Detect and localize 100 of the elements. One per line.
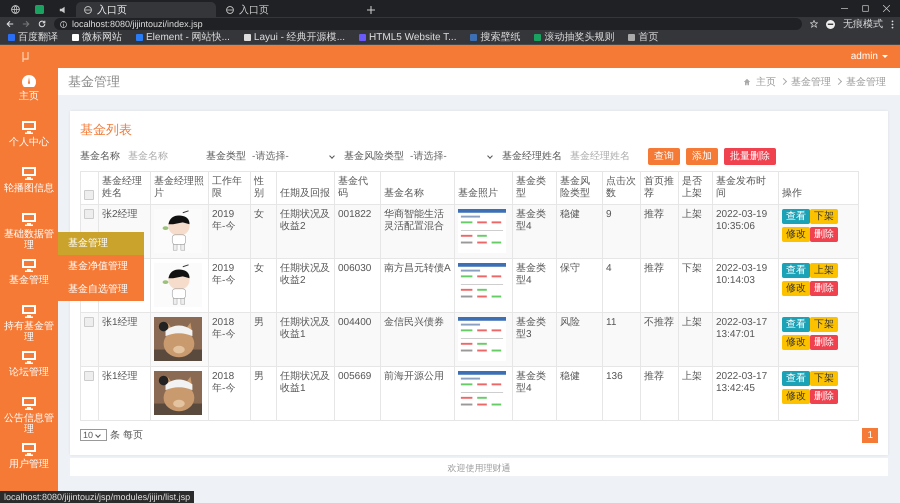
input-field[interactable]: 基金名称 — [126, 150, 200, 162]
sidebar-item[interactable]: 个人中心 — [0, 120, 58, 166]
bookmark[interactable]: 微标网站 — [72, 32, 122, 44]
table-cell: 2022-03-19 10:35:06 — [712, 204, 778, 258]
row-button[interactable]: 修改 — [782, 227, 810, 242]
card-title: 基金列表 — [80, 121, 133, 139]
row-button[interactable]: 删除 — [810, 227, 838, 242]
status-url: localhost:8080/jijintouzi/jsp/modules/jijin/list.jsp — [0, 491, 194, 503]
user-menu[interactable]: admin — [850, 51, 888, 62]
sidebar-item[interactable]: 公告信息管理 — [0, 396, 58, 442]
browser-tab[interactable]: 入口页 — [76, 2, 216, 17]
star-icon[interactable] — [810, 20, 818, 28]
bookmark[interactable]: HTML5 Website T... — [359, 32, 456, 44]
row-button[interactable]: 修改 — [782, 389, 810, 404]
table-cell: 11 — [602, 312, 640, 366]
table-cell: 华商智能生活灵活配置混合 — [380, 204, 454, 258]
incognito-label[interactable]: 无痕模式 — [843, 17, 883, 31]
bookmark[interactable]: Element - 网站快... — [136, 32, 230, 44]
close-icon[interactable] — [883, 5, 890, 12]
bookmark[interactable]: Layui - 经典开源模... — [244, 32, 346, 44]
action-button[interactable]: 添加 — [686, 148, 718, 164]
sidebar-label: 用户管理 — [9, 459, 49, 470]
sidebar-label: 轮播图信息 — [4, 183, 54, 194]
speaker-icon[interactable] — [59, 6, 67, 14]
forward-icon[interactable] — [22, 20, 30, 28]
select-field[interactable]: -请选择- — [252, 149, 338, 163]
table-cell: 2022-03-17 13:47:01 — [712, 312, 778, 366]
app-icon[interactable] — [34, 5, 44, 14]
table-cell: 前海开源公用 — [380, 366, 454, 420]
row-button[interactable]: 上架 — [810, 263, 838, 278]
input-field[interactable]: 基金经理姓名 — [568, 150, 642, 162]
sidebar-label: 主页 — [19, 91, 39, 102]
page-button[interactable]: 1 — [862, 428, 878, 442]
logo-icon — [22, 52, 30, 62]
minimize-icon[interactable] — [841, 5, 848, 12]
submenu-item[interactable]: 基金自选管理 — [58, 278, 144, 301]
table-cell: 136 — [602, 366, 640, 420]
sidebar-item[interactable]: 论坛管理 — [0, 350, 58, 396]
row-button[interactable]: 查看 — [782, 263, 810, 278]
plus-icon[interactable] — [367, 6, 375, 14]
table-cell: 基金类型4 — [512, 366, 556, 420]
row-button[interactable]: 查看 — [782, 209, 810, 224]
row-button[interactable]: 下架 — [810, 371, 838, 386]
checkbox[interactable] — [84, 371, 94, 381]
table-cell: 2018年-今 — [208, 312, 250, 366]
sidebar-label: 论坛管理 — [9, 367, 49, 378]
select-field[interactable]: -请选择- — [410, 149, 496, 163]
sidebar-item[interactable]: 持有基金管理 — [0, 304, 58, 350]
page-size-select[interactable]: 10 — [80, 429, 108, 441]
table-cell: 2019年-今 — [208, 204, 250, 258]
back-icon[interactable] — [6, 20, 14, 28]
monitor-icon — [21, 212, 37, 226]
row-button[interactable]: 修改 — [782, 335, 810, 350]
table-cell: 男 — [250, 366, 276, 420]
table-cell: 张1经理 — [98, 312, 150, 366]
reload-icon[interactable] — [38, 20, 46, 28]
bookmark[interactable]: 首页 — [628, 32, 658, 44]
bookmark[interactable]: 滚动抽奖头规则 — [534, 32, 614, 44]
menu-icon[interactable] — [891, 20, 894, 28]
checkbox[interactable] — [84, 317, 94, 327]
checkbox[interactable] — [84, 209, 94, 219]
footer-text: 欢迎使用理财通 — [70, 458, 888, 476]
breadcrumb-link[interactable]: 主页 — [756, 74, 776, 88]
row-button[interactable]: 下架 — [810, 317, 838, 332]
table-cell: 金信民兴债券 — [380, 312, 454, 366]
monitor-icon — [21, 166, 37, 180]
table-cell: 001822 — [334, 204, 380, 258]
checkbox[interactable] — [84, 190, 94, 200]
maximize-icon[interactable] — [862, 5, 869, 12]
address-bar[interactable]: localhost:8080/jijintouzi/index.jsp — [54, 18, 802, 30]
sidebar-item[interactable]: 基金管理 — [0, 258, 58, 304]
table-cell: 2018年-今 — [208, 366, 250, 420]
sidebar-item[interactable]: 轮播图信息 — [0, 166, 58, 212]
table-cell: 不推荐 — [640, 312, 678, 366]
submenu-item[interactable]: 基金管理 — [58, 232, 144, 255]
row-button[interactable]: 删除 — [810, 335, 838, 350]
page-title: 基金管理 — [68, 72, 120, 90]
table-cell: 上架 — [678, 366, 712, 420]
bookmark[interactable]: 搜索壁纸 — [470, 32, 520, 44]
row-button[interactable]: 查看 — [782, 317, 810, 332]
row-button[interactable]: 删除 — [810, 281, 838, 296]
table-cell: 上架 — [678, 312, 712, 366]
breadcrumb-link[interactable]: 基金管理 — [791, 74, 831, 88]
row-button[interactable]: 查看 — [782, 371, 810, 386]
table-cell: 张1经理 — [98, 366, 150, 420]
filter-label: 基金风险类型 — [344, 150, 404, 163]
table-cell: 任期状况及收益1 — [276, 312, 334, 366]
table-cell: 男 — [250, 312, 276, 366]
breadcrumb-link[interactable]: 基金管理 — [846, 74, 886, 88]
row-button[interactable]: 删除 — [810, 389, 838, 404]
row-button[interactable]: 下架 — [810, 209, 838, 224]
bookmark[interactable]: 百度翻译 — [8, 32, 58, 44]
sidebar-item[interactable]: 用户管理 — [0, 442, 58, 488]
row-button[interactable]: 修改 — [782, 281, 810, 296]
sidebar-item[interactable]: 基础数据管理 — [0, 212, 58, 258]
page-size-label: 条 每页 — [110, 429, 143, 442]
sidebar-label: 基础数据管理 — [3, 229, 55, 251]
sidebar-item[interactable]: 主页 — [0, 74, 58, 120]
action-button[interactable]: 查询 — [648, 148, 680, 164]
action-button[interactable]: 批量删除 — [724, 148, 776, 164]
